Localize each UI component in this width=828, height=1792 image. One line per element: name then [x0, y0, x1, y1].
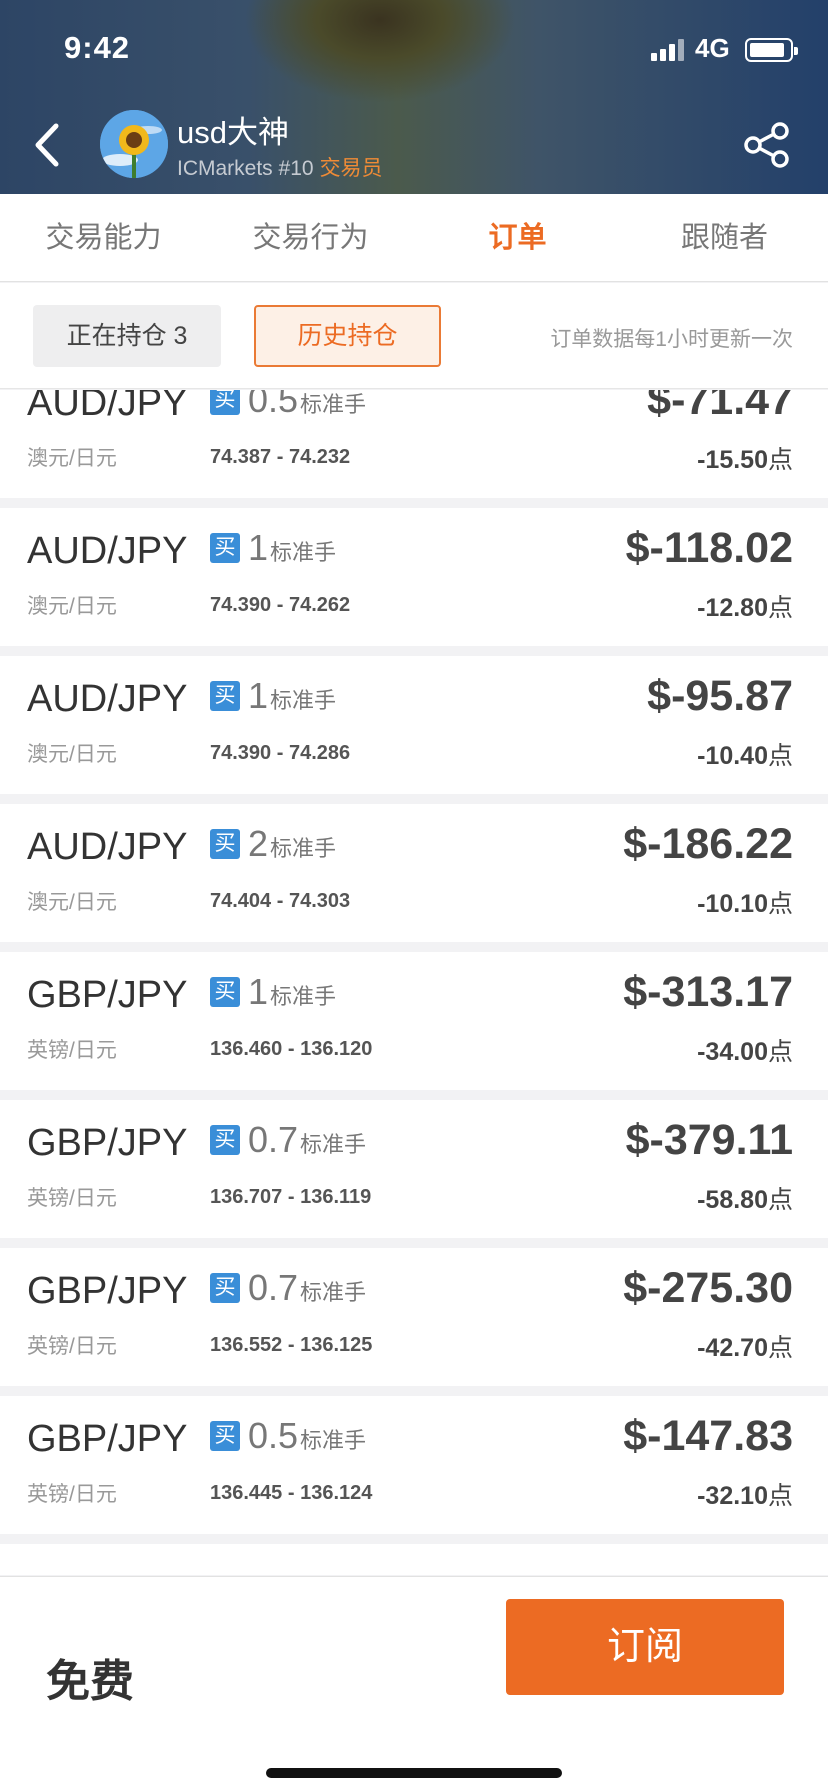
back-arrow-icon[interactable]	[28, 120, 64, 170]
share-icon[interactable]	[742, 122, 792, 168]
lot-size: 0.5标准手	[248, 390, 367, 420]
lot-size: 0.7标准手	[248, 1119, 367, 1160]
currency-pair-cn: 澳元/日元	[27, 595, 117, 618]
profit-amount: $-71.47	[647, 390, 793, 424]
tab-bar: 交易能力 交易行为 订单 跟随者	[0, 194, 828, 282]
currency-pair: GBP/JPY	[27, 1418, 188, 1460]
tab-orders[interactable]: 订单	[414, 194, 621, 282]
order-row[interactable]: AUD/JPY 澳元/日元 买 1标准手 74.390 - 74.262 $-1…	[0, 508, 828, 646]
profit-points: -32.10点	[697, 1482, 793, 1510]
buy-badge: 买	[210, 390, 240, 415]
currency-pair: AUD/JPY	[27, 826, 188, 868]
profit-amount: $-118.02	[625, 524, 793, 572]
order-list[interactable]: AUD/JPY 澳元/日元 买 0.5标准手 74.387 - 74.232 $…	[0, 390, 828, 1575]
order-row[interactable]	[0, 1544, 828, 1575]
tab-trading-ability[interactable]: 交易能力	[0, 194, 207, 282]
price-range: 136.552 - 136.125	[210, 1334, 373, 1356]
profit-amount: $-313.17	[623, 968, 793, 1016]
profit-points: -15.50点	[697, 446, 793, 474]
buy-badge: 买	[210, 1273, 240, 1303]
lot-size: 0.7标准手	[248, 1267, 367, 1308]
price-range: 136.460 - 136.120	[210, 1038, 373, 1060]
price-range: 74.404 - 74.303	[210, 890, 351, 912]
order-row[interactable]: AUD/JPY 澳元/日元 买 1标准手 74.390 - 74.286 $-9…	[0, 656, 828, 794]
currency-pair: GBP/JPY	[27, 1270, 188, 1312]
lot-size: 2标准手	[248, 823, 337, 864]
tab-followers[interactable]: 跟随者	[621, 194, 828, 282]
buy-badge: 买	[210, 829, 240, 859]
currency-pair: GBP/JPY	[27, 974, 188, 1016]
lot-size: 0.5标准手	[248, 1415, 367, 1456]
profit-amount: $-186.22	[623, 820, 793, 868]
profit-points: -10.10点	[697, 890, 793, 918]
tab-trading-behavior[interactable]: 交易行为	[207, 194, 414, 282]
currency-pair: AUD/JPY	[27, 678, 188, 720]
currency-pair: AUD/JPY	[27, 530, 188, 572]
price-range: 136.445 - 136.124	[210, 1482, 373, 1504]
profit-amount: $-95.87	[647, 672, 793, 720]
open-positions-button[interactable]: 正在持仓 3	[33, 305, 221, 367]
price-range: 74.387 - 74.232	[210, 446, 351, 468]
profit-points: -10.40点	[697, 742, 793, 770]
header: 9:42 4G usd大神 ICMarkets #10 交易员	[0, 0, 828, 194]
trader-subline: ICMarkets #10 交易员	[177, 152, 383, 182]
order-row[interactable]: GBP/JPY 英镑/日元 买 0.7标准手 136.552 - 136.125…	[0, 1248, 828, 1386]
avatar[interactable]	[100, 110, 168, 178]
signal-icon	[651, 39, 687, 61]
home-indicator[interactable]	[266, 1768, 562, 1778]
order-row[interactable]: GBP/JPY 英镑/日元 买 1标准手 136.460 - 136.120 $…	[0, 952, 828, 1090]
profit-amount: $-147.83	[623, 1412, 793, 1460]
currency-pair-cn: 澳元/日元	[27, 891, 117, 914]
order-filter: 正在持仓 3 历史持仓 订单数据每1小时更新一次	[0, 283, 828, 389]
buy-badge: 买	[210, 1125, 240, 1155]
currency-pair-cn: 澳元/日元	[27, 743, 117, 766]
update-note: 订单数据每1小时更新一次	[550, 328, 793, 351]
profit-points: -12.80点	[697, 594, 793, 622]
trader-name: usd大神	[177, 115, 289, 150]
lot-size: 1标准手	[248, 971, 337, 1012]
price-range: 136.707 - 136.119	[210, 1186, 372, 1208]
currency-pair-cn: 英镑/日元	[27, 1483, 117, 1506]
buy-badge: 买	[210, 1421, 240, 1451]
history-positions-button[interactable]: 历史持仓	[254, 305, 441, 367]
network-type: 4G	[695, 33, 730, 63]
price-range: 74.390 - 74.262	[210, 594, 351, 616]
currency-pair: GBP/JPY	[27, 1122, 188, 1164]
profit-points: -58.80点	[697, 1186, 793, 1214]
buy-badge: 买	[210, 533, 240, 563]
lot-size: 1标准手	[248, 527, 337, 568]
bottom-bar: 免费 订阅	[0, 1576, 828, 1792]
lot-size: 1标准手	[248, 675, 337, 716]
broker-label: ICMarkets #10	[177, 157, 314, 180]
currency-pair-cn: 英镑/日元	[27, 1187, 117, 1210]
status-time: 9:42	[64, 30, 131, 65]
profit-points: -42.70点	[697, 1334, 793, 1362]
profit-amount: $-379.11	[625, 1116, 793, 1164]
currency-pair: AUD/JPY	[27, 390, 188, 424]
currency-pair-cn: 英镑/日元	[27, 1335, 117, 1358]
currency-pair-cn: 澳元/日元	[27, 447, 117, 470]
profit-amount: $-275.30	[623, 1264, 793, 1312]
subscribe-button[interactable]: 订阅	[506, 1599, 784, 1695]
order-row[interactable]: GBP/JPY 英镑/日元 买 0.7标准手 136.707 - 136.119…	[0, 1100, 828, 1238]
price-range: 74.390 - 74.286	[210, 742, 351, 764]
buy-badge: 买	[210, 681, 240, 711]
status-bar: 9:42 4G	[0, 0, 828, 100]
role-label: 交易员	[319, 157, 383, 180]
buy-badge: 买	[210, 977, 240, 1007]
order-row[interactable]: AUD/JPY 澳元/日元 买 0.5标准手 74.387 - 74.232 $…	[0, 390, 828, 498]
price-label: 免费	[46, 1657, 134, 1706]
order-row[interactable]: GBP/JPY 英镑/日元 买 0.5标准手 136.445 - 136.124…	[0, 1396, 828, 1534]
profit-points: -34.00点	[697, 1038, 793, 1066]
battery-icon	[745, 38, 798, 62]
order-row[interactable]: AUD/JPY 澳元/日元 买 2标准手 74.404 - 74.303 $-1…	[0, 804, 828, 942]
currency-pair-cn: 英镑/日元	[27, 1039, 117, 1062]
